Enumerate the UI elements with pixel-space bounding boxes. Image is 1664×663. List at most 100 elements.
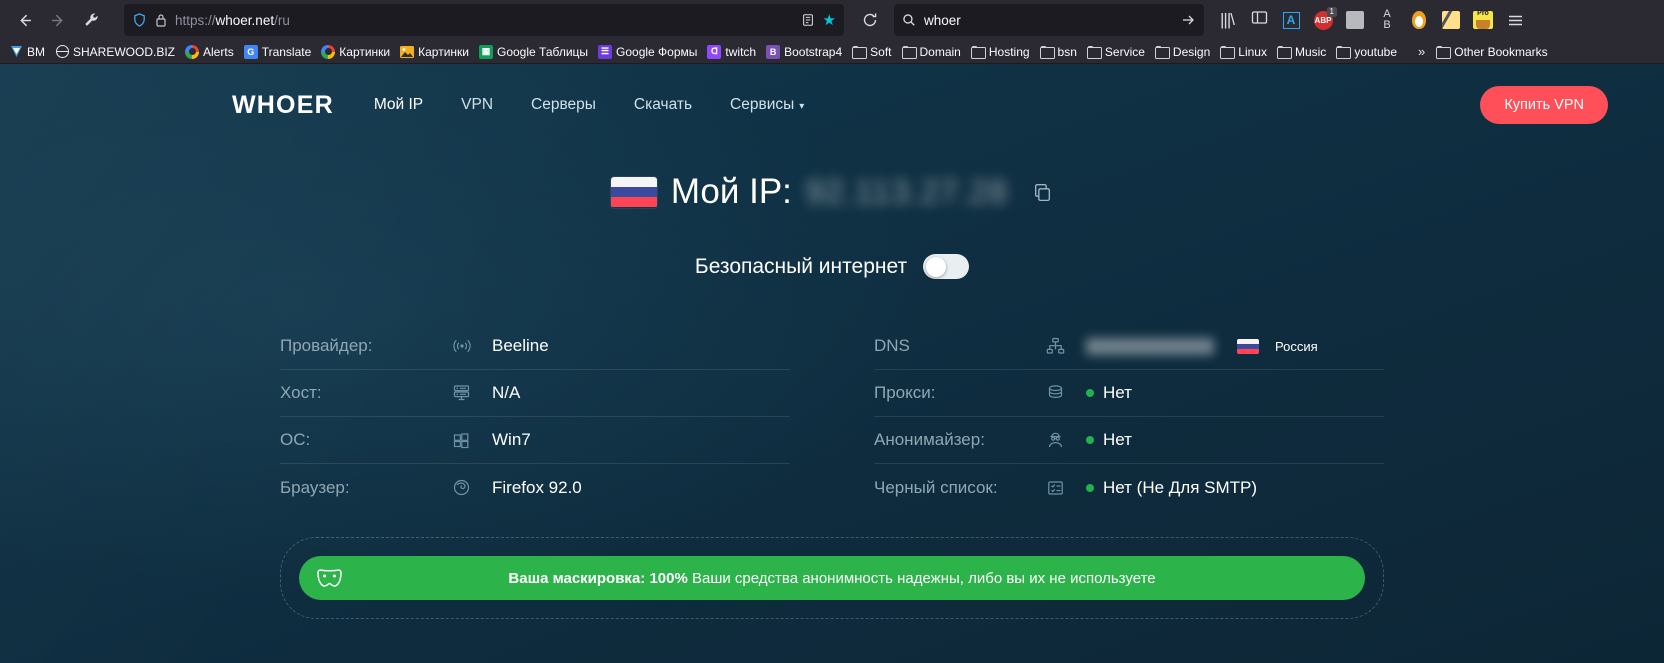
bookmark-folder-soft[interactable]: Soft bbox=[847, 43, 896, 61]
signal-icon bbox=[452, 338, 478, 354]
nav-item-services[interactable]: Сервисы ▾ bbox=[730, 96, 804, 114]
bookmark-kartinki-google[interactable]: Картинки bbox=[316, 43, 395, 61]
server-icon bbox=[452, 384, 478, 402]
bookmark-folder-service[interactable]: Service bbox=[1082, 43, 1150, 61]
nav-item-services-label: Сервисы bbox=[730, 96, 795, 113]
bookmark-twitch[interactable]: ᗡ twitch bbox=[702, 43, 761, 61]
forward-button[interactable] bbox=[42, 4, 74, 36]
other-bookmarks-label: Other Bookmarks bbox=[1454, 44, 1548, 59]
back-button[interactable] bbox=[8, 4, 40, 36]
info-row-provider: Провайдер: Beeline bbox=[280, 323, 790, 370]
anonymity-banner: Ваша маскировка: 100% Ваши средства анон… bbox=[299, 556, 1365, 600]
bookmark-label: bsn bbox=[1057, 44, 1077, 59]
info-label: Прокси: bbox=[874, 383, 936, 402]
sidebar-button[interactable] bbox=[1244, 5, 1274, 35]
bookmark-folder-domain[interactable]: Domain bbox=[897, 43, 966, 61]
folder-icon bbox=[1436, 45, 1452, 59]
bookmark-folder-youtube[interactable]: youtube bbox=[1331, 43, 1402, 61]
bookmark-folder-bsn[interactable]: bsn bbox=[1035, 43, 1082, 61]
database-icon bbox=[1046, 384, 1072, 402]
star-icon[interactable]: ★ bbox=[823, 11, 836, 29]
flame-icon bbox=[1412, 11, 1426, 29]
extensions-toolbar: |||\ A ABP 1 AB Pro bbox=[1212, 5, 1530, 35]
bookmark-folder-hosting[interactable]: Hosting bbox=[966, 43, 1035, 61]
chevron-down-icon: ▾ bbox=[799, 101, 805, 112]
search-icon bbox=[902, 13, 916, 27]
devtools-button[interactable] bbox=[76, 4, 108, 36]
firefox-icon bbox=[452, 478, 478, 497]
info-grid: Провайдер: Beeline DNS Россия Хост: N/A bbox=[280, 323, 1384, 511]
bookmark-translate[interactable]: G Translate bbox=[239, 43, 317, 61]
bookmark-label: Картинки bbox=[339, 44, 391, 59]
globe-icon bbox=[55, 45, 69, 59]
network-icon bbox=[1046, 337, 1072, 355]
bookmark-label: Translate bbox=[261, 44, 312, 59]
reload-button[interactable] bbox=[854, 4, 886, 36]
info-value: Нет bbox=[1086, 430, 1132, 450]
info-label: Провайдер: bbox=[280, 336, 373, 355]
bookmark-google-sheets[interactable]: ▦ Google Таблицы bbox=[474, 43, 593, 61]
notepad-button[interactable] bbox=[1436, 5, 1466, 35]
pro-label: Pro bbox=[1477, 10, 1489, 17]
banner-text: Ваша маскировка: 100% Ваши средства анон… bbox=[508, 570, 1155, 587]
bookmark-folder-music[interactable]: Music bbox=[1272, 43, 1331, 61]
bookmark-label: Soft bbox=[870, 44, 892, 59]
bookmark-alerts[interactable]: Alerts bbox=[180, 43, 239, 61]
bookmark-kartinki-image[interactable]: Картинки bbox=[395, 43, 474, 61]
bookmark-label: Linux bbox=[1238, 44, 1267, 59]
bookmark-bootstrap4[interactable]: B Bootstrap4 bbox=[761, 43, 847, 61]
url-text: https://whoer.net/ru bbox=[175, 13, 795, 28]
font-extension-button[interactable]: A bbox=[1276, 5, 1306, 35]
bookmark-folder-linux[interactable]: Linux bbox=[1215, 43, 1272, 61]
flame-extension-button[interactable] bbox=[1404, 5, 1434, 35]
nav-item-servers[interactable]: Серверы bbox=[531, 96, 596, 114]
secure-internet-toggle[interactable] bbox=[923, 254, 970, 279]
bookmarks-overflow-button[interactable]: » bbox=[1412, 44, 1431, 59]
shield-icon[interactable] bbox=[132, 12, 147, 28]
status-dot bbox=[1086, 483, 1094, 492]
secure-internet-row: Безопасный интернет bbox=[0, 254, 1664, 279]
nav-item-download[interactable]: Скачать bbox=[634, 96, 692, 114]
other-bookmarks-folder[interactable]: Other Bookmarks bbox=[1431, 43, 1552, 61]
notepad-icon bbox=[1442, 11, 1460, 29]
bookmark-sharewood[interactable]: SHAREWOOD.BIZ bbox=[50, 43, 180, 61]
library-button[interactable]: |||\ bbox=[1212, 5, 1242, 35]
proxy-value: Нет bbox=[1103, 383, 1132, 402]
buy-vpn-button[interactable]: Купить VPN bbox=[1480, 86, 1608, 124]
bookmark-label: Google Таблицы bbox=[497, 44, 589, 59]
adblock-badge: 1 bbox=[1326, 7, 1337, 17]
reader-view-icon[interactable] bbox=[801, 13, 815, 27]
screenshot-button[interactable] bbox=[1340, 5, 1370, 35]
adblock-button[interactable]: ABP 1 bbox=[1308, 5, 1338, 35]
copy-icon[interactable] bbox=[1032, 182, 1053, 203]
folder-icon bbox=[1086, 45, 1102, 59]
nav-item-my-ip[interactable]: Мой IP bbox=[374, 96, 423, 114]
info-label: ОС: bbox=[280, 430, 311, 449]
folder-icon bbox=[970, 45, 986, 59]
info-value: Нет bbox=[1086, 383, 1132, 403]
reload-icon bbox=[862, 12, 878, 28]
spy-icon bbox=[1046, 431, 1072, 449]
app-menu-button[interactable] bbox=[1500, 5, 1530, 35]
translate-button[interactable]: AB bbox=[1372, 5, 1402, 35]
arrow-right-icon[interactable] bbox=[1180, 12, 1196, 28]
url-scheme: https:// bbox=[175, 12, 216, 28]
search-bar[interactable]: whoer bbox=[894, 4, 1204, 36]
lock-icon[interactable] bbox=[155, 13, 167, 27]
pro-extension-button[interactable]: Pro bbox=[1468, 5, 1498, 35]
nav-item-vpn[interactable]: VPN bbox=[461, 96, 493, 114]
bookmark-folder-design[interactable]: Design bbox=[1150, 43, 1215, 61]
main-nav: Мой IP VPN Серверы Скачать Сервисы ▾ bbox=[374, 96, 804, 114]
search-input[interactable]: whoer bbox=[924, 13, 1180, 28]
bookmark-label: Music bbox=[1294, 44, 1327, 59]
bookmark-google-forms[interactable]: ☰ Google Формы bbox=[593, 43, 702, 61]
bookmark-bm[interactable]: BM bbox=[4, 43, 50, 61]
ip-address-value: 92.113.27.28 bbox=[805, 173, 1009, 210]
folder-icon bbox=[1336, 45, 1352, 59]
banner-rest-text: Ваши средства анонимность надежны, либо … bbox=[691, 569, 1156, 587]
address-bar[interactable]: https://whoer.net/ru ★ bbox=[124, 4, 844, 36]
info-row-os: ОС: Win7 bbox=[280, 417, 790, 464]
site-logo[interactable]: WHOER bbox=[232, 91, 334, 120]
info-label: Хост: bbox=[280, 383, 322, 402]
browser-toolbar: https://whoer.net/ru ★ whoer |||\ A ABP … bbox=[0, 0, 1664, 40]
